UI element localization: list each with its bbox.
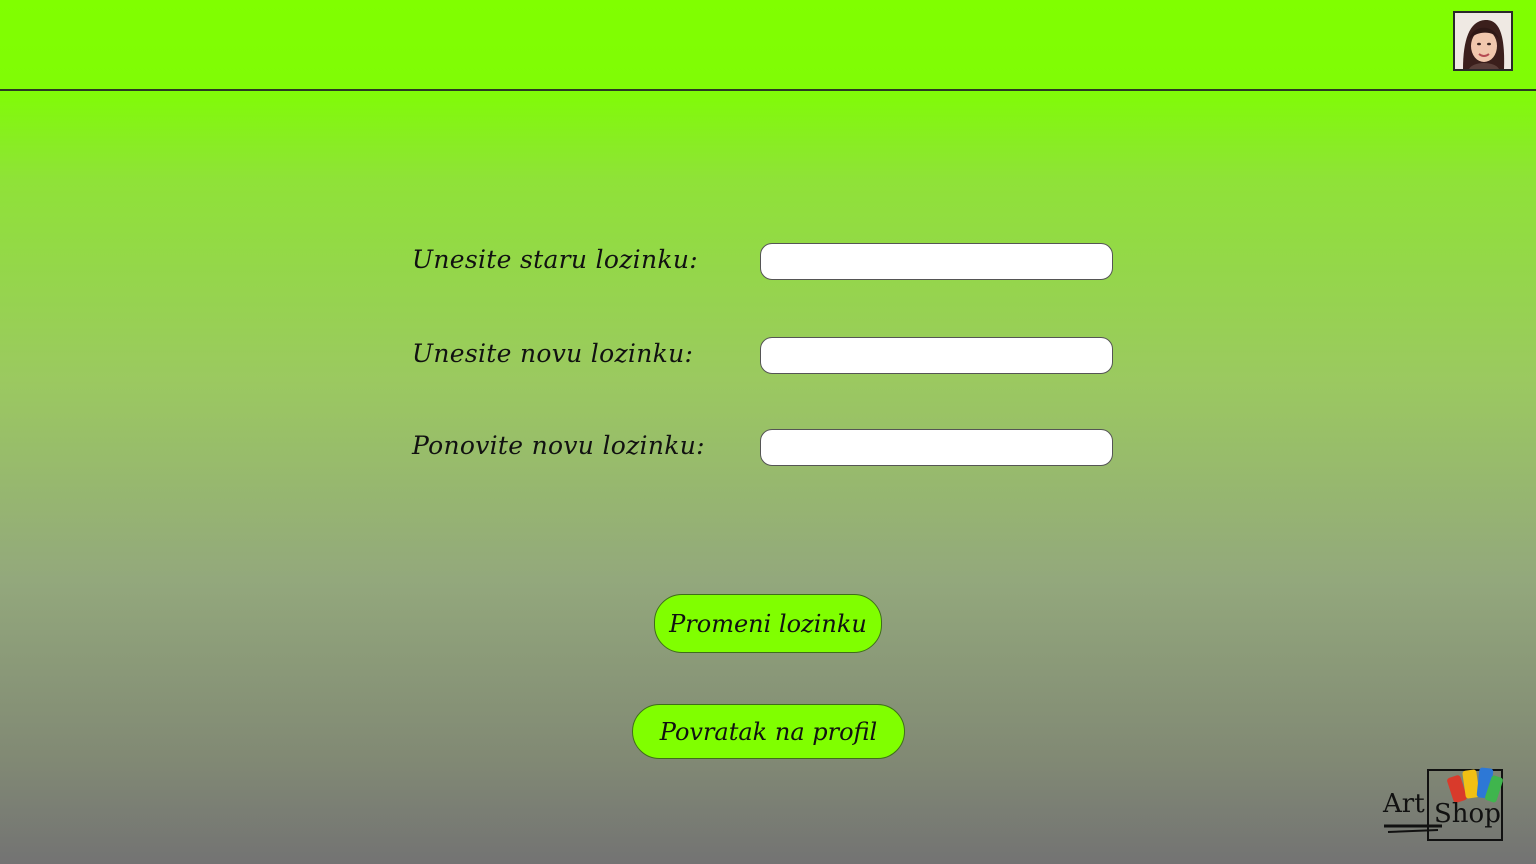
paint-tubes-icon: Art Shop xyxy=(1382,767,1503,841)
user-avatar[interactable] xyxy=(1453,11,1513,71)
art-shop-logo: Art Shop xyxy=(1380,762,1512,844)
top-header-bar xyxy=(0,0,1536,91)
old-password-input[interactable] xyxy=(760,243,1113,280)
repeat-password-label: Ponovite novu lozinku: xyxy=(412,431,705,460)
new-password-label: Unesite novu lozinku: xyxy=(412,339,694,368)
back-to-profile-button[interactable]: Povratak na profil xyxy=(632,704,905,759)
repeat-password-input[interactable] xyxy=(760,429,1113,466)
logo-word-art: Art xyxy=(1382,789,1425,819)
old-password-label: Unesite staru lozinku: xyxy=(412,245,698,274)
avatar-photo-icon xyxy=(1455,13,1511,69)
change-password-button[interactable]: Promeni lozinku xyxy=(654,594,882,653)
new-password-input[interactable] xyxy=(760,337,1113,374)
logo-word-shop: Shop xyxy=(1434,799,1501,829)
